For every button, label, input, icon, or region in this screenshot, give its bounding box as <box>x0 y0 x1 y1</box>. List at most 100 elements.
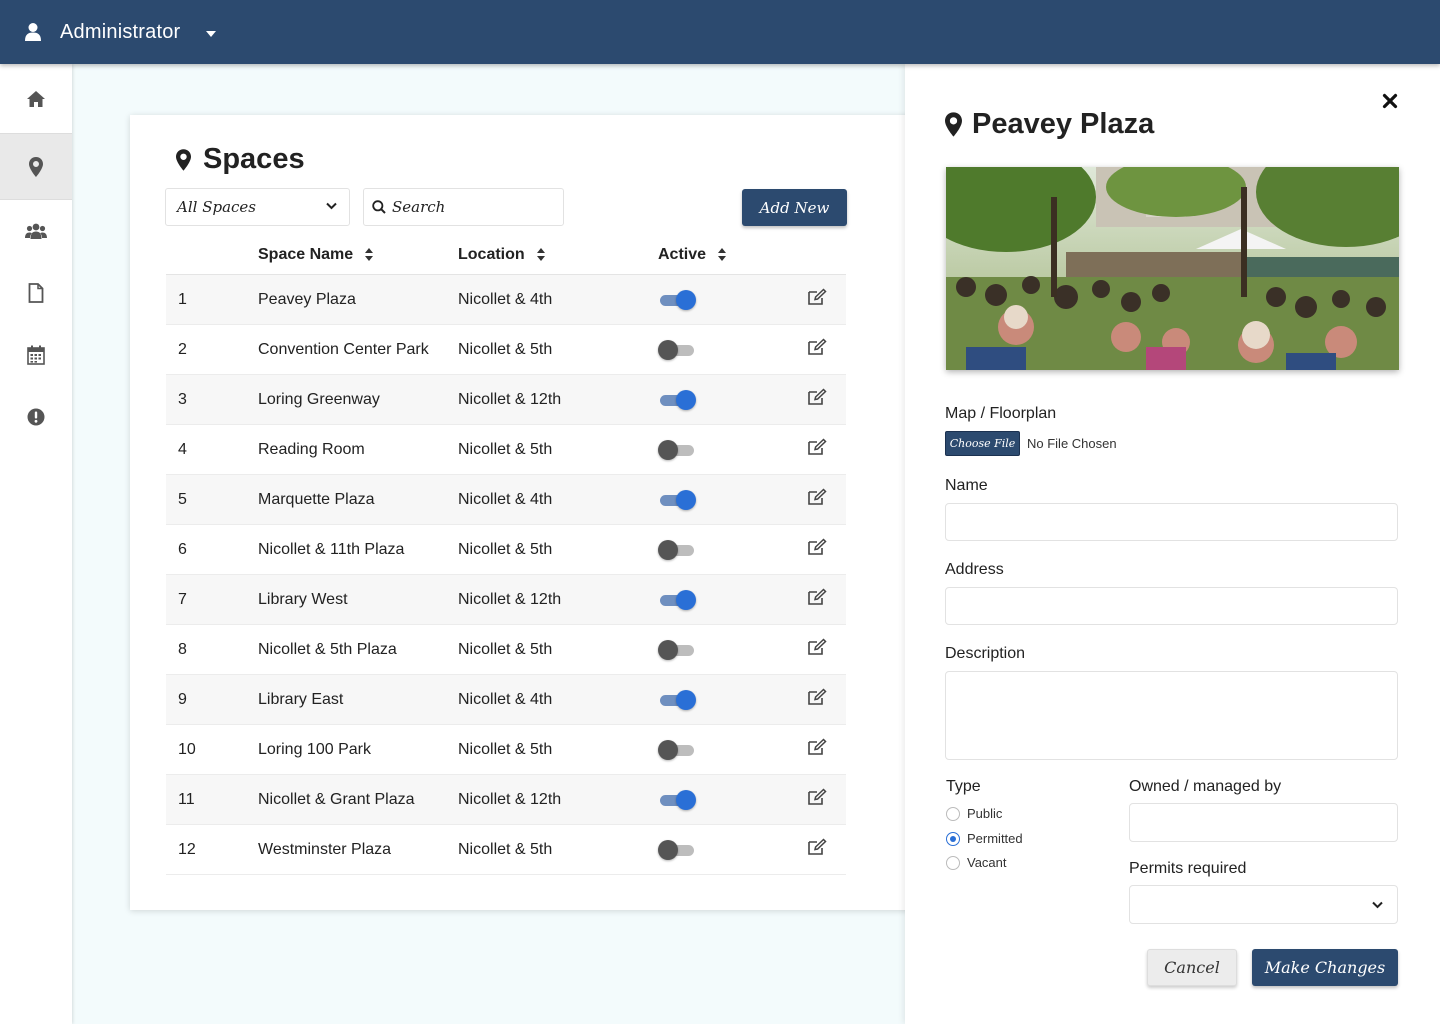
edit-icon[interactable] <box>807 688 827 711</box>
row-number: 9 <box>178 690 187 708</box>
map-marker-icon <box>945 112 962 137</box>
edit-icon[interactable] <box>807 488 827 511</box>
radio-permitted[interactable] <box>946 831 960 846</box>
edit-icon[interactable] <box>807 338 827 361</box>
space-location: Nicollet & 4th <box>458 290 553 308</box>
row-number: 11 <box>178 790 195 808</box>
edit-icon[interactable] <box>807 388 827 411</box>
type-option-public[interactable]: Public <box>946 806 1002 821</box>
space-name: Nicollet & Grant Plaza <box>258 790 415 808</box>
active-toggle[interactable] <box>658 539 696 560</box>
description-field[interactable] <box>945 671 1398 760</box>
map-marker-icon <box>176 148 191 171</box>
sidebar-item-calendar[interactable] <box>0 324 72 386</box>
space-name: Nicollet & 5th Plaza <box>258 640 397 658</box>
type-option-vacant[interactable]: Vacant <box>946 855 1007 870</box>
active-toggle[interactable] <box>658 689 696 710</box>
active-toggle[interactable] <box>658 739 696 760</box>
sidebar-item-documents[interactable] <box>0 262 72 324</box>
address-input[interactable] <box>946 588 1397 624</box>
column-header-location[interactable]: Location <box>458 246 658 264</box>
row-number: 5 <box>178 490 187 508</box>
row-number: 6 <box>178 540 187 558</box>
detail-title: Peavey Plaza <box>945 108 1154 141</box>
sidebar-item-spaces[interactable] <box>0 134 72 200</box>
space-photo <box>946 167 1399 370</box>
edit-icon[interactable] <box>807 538 827 561</box>
chevron-down-icon <box>326 202 337 210</box>
name-input[interactable] <box>946 504 1397 540</box>
space-location: Nicollet & 5th <box>458 740 553 758</box>
description-label: Description <box>945 645 1026 662</box>
active-toggle[interactable] <box>658 289 696 310</box>
active-toggle[interactable] <box>658 439 696 460</box>
table-row: 1 Peavey Plaza Nicollet & 4th <box>166 275 846 325</box>
space-detail-panel: Peavey Plaza Map / Floorplan Choose File… <box>905 64 1440 1024</box>
choose-file-button[interactable]: Choose File <box>945 431 1020 456</box>
detail-heading: Peavey Plaza <box>972 108 1155 140</box>
sidebar-item-alerts[interactable] <box>0 386 72 448</box>
cancel-button[interactable]: Cancel <box>1147 949 1237 986</box>
caret-down-icon[interactable] <box>206 30 217 37</box>
spaces-table: Space Name Location Active 1 Peavey Plaza… <box>166 235 846 875</box>
radio-vacant[interactable] <box>946 855 960 870</box>
document-icon <box>28 283 44 303</box>
edit-icon[interactable] <box>807 638 827 661</box>
make-changes-button[interactable]: Make Changes <box>1252 949 1398 986</box>
edit-icon[interactable] <box>807 838 827 861</box>
edit-icon[interactable] <box>807 738 827 761</box>
type-label: Type <box>946 778 981 795</box>
radio-public[interactable] <box>946 806 960 821</box>
search-icon <box>372 200 386 214</box>
row-number: 1 <box>178 290 187 308</box>
permits-select[interactable] <box>1129 885 1398 924</box>
edit-icon[interactable] <box>807 588 827 611</box>
type-option-permitted[interactable]: Permitted <box>946 831 1023 846</box>
close-icon[interactable] <box>1381 92 1399 110</box>
panel-pointer <box>888 282 906 318</box>
space-name: Reading Room <box>258 440 365 458</box>
table-row: 4 Reading Room Nicollet & 5th <box>166 425 846 475</box>
owned-by-field[interactable] <box>1129 803 1398 842</box>
add-new-button[interactable]: Add New <box>742 189 847 226</box>
table-row: 11 Nicollet & Grant Plaza Nicollet & 12th <box>166 775 846 825</box>
table-row: 6 Nicollet & 11th Plaza Nicollet & 5th <box>166 525 846 575</box>
row-number: 10 <box>178 740 196 758</box>
search-box[interactable] <box>363 188 564 226</box>
row-number: 2 <box>178 340 187 358</box>
active-toggle[interactable] <box>658 839 696 860</box>
space-name: Marquette Plaza <box>258 490 375 508</box>
edit-icon[interactable] <box>807 788 827 811</box>
table-row: 8 Nicollet & 5th Plaza Nicollet & 5th <box>166 625 846 675</box>
spaces-card: Spaces All Spaces Add New Space Name Loc… <box>130 115 930 910</box>
top-bar: Administrator <box>0 0 1440 64</box>
active-toggle[interactable] <box>658 639 696 660</box>
active-toggle[interactable] <box>658 589 696 610</box>
space-name: Peavey Plaza <box>258 290 356 308</box>
column-header-space-name[interactable]: Space Name <box>258 246 458 264</box>
table-row: 12 Westminster Plaza Nicollet & 5th <box>166 825 846 875</box>
edit-icon[interactable] <box>807 288 827 311</box>
users-icon <box>25 223 47 239</box>
space-location: Nicollet & 12th <box>458 390 562 408</box>
description-textarea[interactable] <box>946 672 1397 759</box>
name-field[interactable] <box>945 503 1398 541</box>
active-toggle[interactable] <box>658 789 696 810</box>
sidebar-item-users[interactable] <box>0 200 72 262</box>
active-toggle[interactable] <box>658 339 696 360</box>
edit-icon[interactable] <box>807 438 827 461</box>
sidebar-item-home[interactable] <box>0 64 72 134</box>
address-field[interactable] <box>945 587 1398 625</box>
search-input[interactable] <box>392 198 552 216</box>
spaces-filter-select[interactable]: All Spaces <box>165 188 350 226</box>
active-toggle[interactable] <box>658 489 696 510</box>
sidebar <box>0 64 72 1024</box>
column-header-active[interactable]: Active <box>658 246 788 264</box>
user-name[interactable]: Administrator <box>60 21 180 44</box>
sort-icon <box>536 248 545 261</box>
home-icon <box>27 90 45 107</box>
sort-icon <box>718 248 727 261</box>
owned-by-input[interactable] <box>1130 804 1397 841</box>
active-toggle[interactable] <box>658 389 696 410</box>
space-location: Nicollet & 5th <box>458 440 553 458</box>
